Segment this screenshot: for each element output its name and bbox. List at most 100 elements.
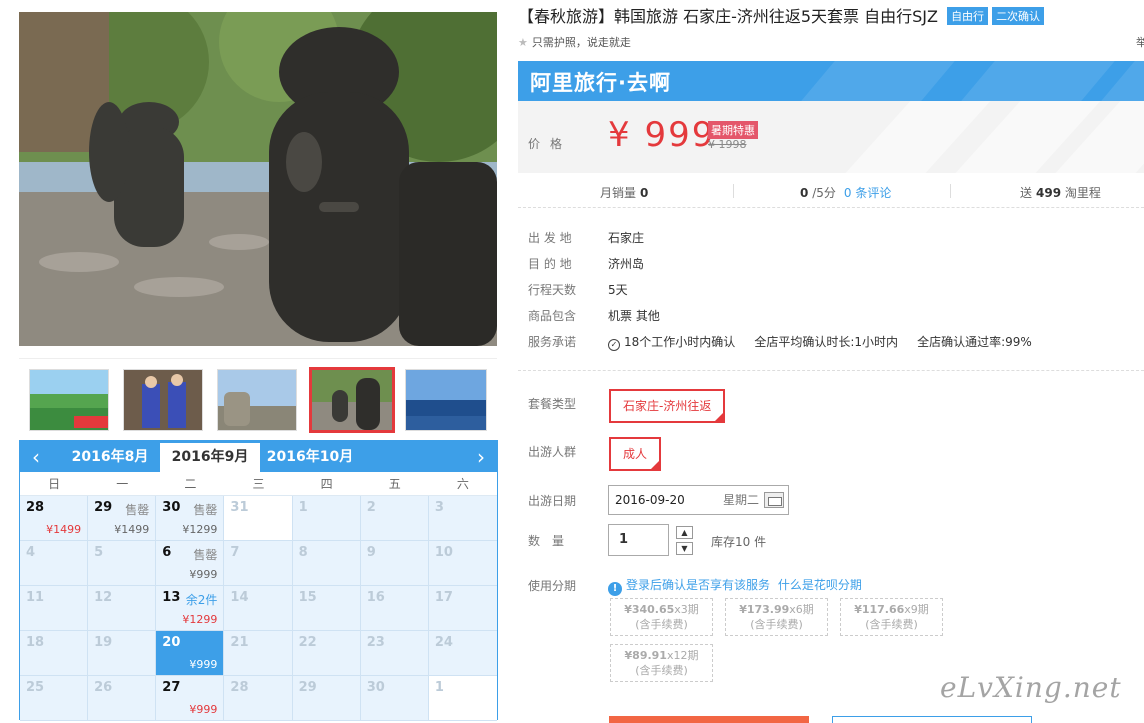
day-number: 2 [366,500,376,515]
weekday-label: 日 [48,477,61,491]
product-subtitle: ★ 只需护照，说走就走 [518,34,631,50]
weekday-label: 二 [184,477,197,491]
day-status: 售罄 [193,548,218,562]
day-number: 30 [366,680,385,695]
calendar-day: 29 [292,676,361,721]
price-panel: 价格 ¥ 999 暑期特惠 ¥ 1998 [518,101,1144,173]
day-number: 3 [434,500,444,515]
inst-fee: (含手续费) [865,618,918,631]
inst-fee: (含手续费) [750,618,803,631]
original-price: ¥ 1998 [708,138,747,151]
calendar-day: 28 [224,676,293,721]
calendar-day: 15 [292,586,361,631]
badge-free-travel: 自由行 [947,7,989,25]
calendar-day: 8 [292,541,361,586]
calendar-day: 26 [88,676,157,721]
day-price: ¥1299 [182,613,218,626]
brand-name: 阿里旅行·去啊 [530,71,671,95]
calendar-next-icon[interactable]: › [469,445,493,469]
day-number: 24 [434,635,453,650]
selected-check-icon: ✓ [717,404,724,412]
day-price: ¥999 [189,703,218,716]
day-number: 30 [162,500,181,515]
package-option-button[interactable]: 石家庄-济州往返 ✓ [609,389,726,423]
day-number: 15 [298,590,317,605]
group-label: 出游人群 [528,445,577,459]
day-status: 售罄 [193,503,218,517]
package-label: 套餐类型 [528,397,577,411]
calendar-day[interactable]: 6 售罄 ¥999 [156,541,225,586]
day-number: 22 [298,635,317,650]
calendar-day[interactable]: 28 ¥1499 [20,496,89,541]
installment-option-12[interactable]: ¥89.91x12期 (含手续费) [610,644,713,682]
day-number: 10 [434,545,453,560]
calendar-day: 9 [360,541,429,586]
calendar-day: 31 [224,496,293,541]
add-to-cart-button[interactable] [832,716,1032,723]
calendar-day[interactable]: 20 ¥999 [156,631,225,676]
calendar-day[interactable]: 30 售罄 ¥1299 [156,496,225,541]
group-option-text: 成人 [623,447,648,461]
day-number: 11 [26,590,45,605]
day-number: 20 [162,635,181,650]
date-weekday: 星期二 [723,493,760,507]
calendar-day: 10 [428,541,497,586]
month-tab-oct[interactable]: 2016年10月 [260,441,360,472]
installment-label: 使用分期 [528,579,577,593]
info-key: 目 的 地 [528,257,572,271]
calendar-weekday-row: 日一二三四五六 [20,472,497,496]
installment-option-6[interactable]: ¥173.99x6期 (含手续费) [725,598,828,636]
info-value: 济州岛 [608,257,645,271]
buy-now-button[interactable] [609,716,809,723]
thumbnail-1[interactable] [29,369,109,431]
day-price: ¥999 [189,568,218,581]
weekday-label: 三 [252,477,265,491]
month-tab-sep[interactable]: 2016年9月 [160,441,260,472]
day-number: 9 [366,545,376,560]
day-number: 19 [94,635,113,650]
installment-help-link[interactable]: 什么是花呗分期 [778,578,862,592]
calendar-day[interactable]: 13 余2件 ¥1299 [156,586,225,631]
divider [950,184,951,198]
day-number: 8 [298,545,308,560]
info-key: 行程天数 [528,283,577,297]
inst-period: x9期 [904,603,929,616]
rating: 0 /5分 0 条评论 [796,184,891,201]
thumbnail-4[interactable] [309,367,395,433]
sales-stats: 月销量 0 0 /5分 0 条评论 送 499 淘里程 [518,174,1144,208]
product-title-text: 【春秋旅游】韩国旅游 石家庄-济州往返5天套票 自由行SJZ [518,7,938,26]
installment-login-text[interactable]: 登录后确认是否享有该服务 [626,578,770,592]
qty-decrease-icon[interactable]: ▼ [676,542,693,555]
day-number: 4 [26,545,36,560]
calendar-prev-icon[interactable]: ‹ [24,445,48,469]
star-icon[interactable]: ★ [518,36,528,49]
day-number: 1 [434,680,444,695]
calendar-day[interactable]: 29 售罄 ¥1499 [88,496,157,541]
day-number: 29 [94,500,113,515]
quantity-input[interactable]: 1 [608,524,669,556]
day-number: 23 [366,635,385,650]
month-tab-aug[interactable]: 2016年8月 [60,441,160,472]
departure-date-field[interactable]: 2016-09-20 星期二 [608,485,789,515]
installment-option-9[interactable]: ¥117.66x9期 (含手续费) [840,598,943,636]
thumbnail-5[interactable] [405,369,487,431]
inst-fee: (含手续费) [635,618,688,631]
package-option-text: 石家庄-济州往返 [623,399,712,413]
inst-fee: (含手续费) [635,664,688,677]
thumbnail-3[interactable] [217,369,297,431]
reviews-link[interactable]: 0 条评论 [844,186,891,200]
qty-increase-icon[interactable]: ▲ [676,526,693,539]
calendar-header: ‹ 2016年8月 2016年9月 2016年10月 › [20,441,497,472]
calendar-day[interactable]: 27 ¥999 [156,676,225,721]
badge-reconfirm: 二次确认 [992,7,1045,25]
calendar-icon[interactable] [764,492,784,508]
calendar-day: 23 [360,631,429,676]
calendar-day: 1 [428,676,497,721]
group-option-button[interactable]: 成人 ✓ [609,437,662,471]
thumbnail-2[interactable] [123,369,203,431]
installment-option-3[interactable]: ¥340.65x3期 (含手续费) [610,598,713,636]
report-link-cut[interactable]: 举 [1136,34,1144,50]
main-product-photo [19,12,497,346]
day-number: 16 [366,590,385,605]
inst-period: x3期 [674,603,699,616]
